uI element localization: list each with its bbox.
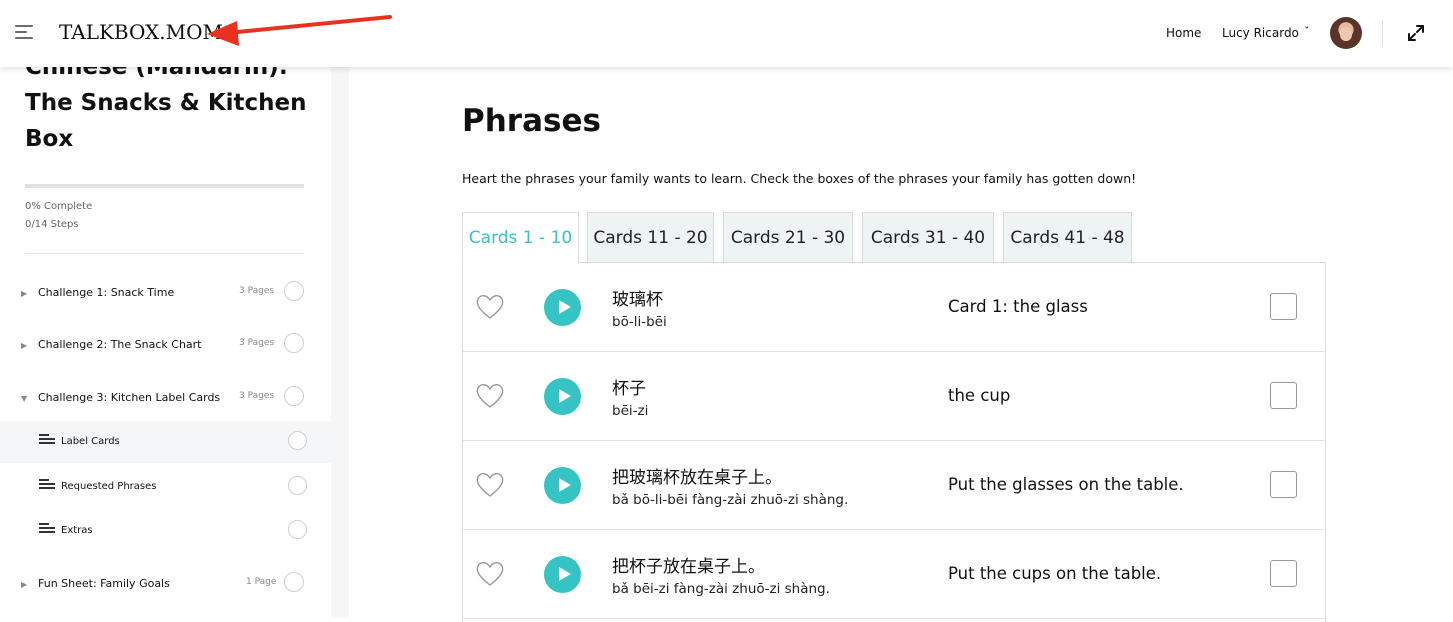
lesson-label: Fun Sheet: Family Goals [38, 577, 170, 590]
tab-cards-31-40[interactable]: Cards 31 - 40 [862, 212, 994, 263]
card-row: 把杯子放在桌子上。 bǎ bēi-zi fàng-zài zhuō-zi shà… [463, 530, 1325, 619]
topic-list-icon [39, 479, 55, 491]
lesson-label: Challenge 3: Kitchen Label Cards [38, 391, 221, 404]
divider [1382, 20, 1383, 46]
divider [25, 253, 304, 254]
card-row: 杯子 bēi-zi the cup [463, 352, 1325, 441]
english-text: Put the cups on the table. [948, 564, 1162, 583]
topic-list-icon [39, 434, 55, 446]
play-audio-button[interactable] [544, 556, 581, 593]
heart-icon[interactable] [475, 382, 505, 410]
learned-checkbox[interactable] [1270, 471, 1297, 498]
status-circle-icon [284, 281, 304, 301]
avatar[interactable] [1330, 17, 1362, 49]
topic-item-requested-phrases[interactable]: Requested Phrases [0, 466, 331, 508]
status-circle-icon [288, 431, 307, 450]
heart-icon[interactable] [475, 471, 505, 499]
page-title: Phrases [462, 103, 601, 139]
site-logo[interactable]: TALKBOX.MOM [59, 20, 223, 44]
topic-label: Extras [61, 525, 93, 536]
topic-list-icon [39, 523, 55, 535]
phrase-cards: 玻璃杯 bō-li-bēi Card 1: the glass 杯子 bēi-z… [462, 262, 1326, 622]
expand-icon[interactable] [1406, 23, 1426, 43]
lesson-item-challenge-1[interactable]: ▶ Challenge 1: Snack Time 3 Pages [0, 275, 331, 315]
chinese-text: 把杯子放在桌子上。 [612, 557, 765, 577]
lesson-pages: 1 Page [246, 577, 277, 587]
annotation-arrow-icon [207, 15, 392, 46]
english-text: Put the glasses on the table. [948, 475, 1184, 494]
tab-cards-1-10[interactable]: Cards 1 - 10 [462, 212, 579, 264]
status-circle-icon [284, 572, 304, 592]
learned-checkbox[interactable] [1270, 382, 1297, 409]
english-text: Card 1: the glass [948, 297, 1088, 316]
lesson-label: Challenge 2: The Snack Chart [38, 338, 202, 351]
lesson-item-challenge-2[interactable]: ▶ Challenge 2: The Snack Chart 3 Pages [0, 327, 331, 367]
status-circle-icon [288, 476, 307, 495]
chinese-text: 杯子 [612, 379, 646, 399]
status-circle-icon [284, 386, 304, 406]
menu-icon[interactable] [15, 25, 35, 39]
english-text: the cup [948, 386, 1011, 405]
topic-label: Requested Phrases [61, 481, 157, 492]
caret-right-icon[interactable]: ▶ [21, 289, 27, 298]
heart-icon[interactable] [475, 293, 505, 321]
topic-item-label-cards[interactable]: Label Cards [0, 421, 331, 463]
caret-down-icon[interactable]: ▼ [21, 394, 27, 403]
chevron-down-icon[interactable]: ˇ [1304, 25, 1310, 38]
chinese-text: 玻璃杯 [612, 290, 663, 310]
heart-icon[interactable] [475, 560, 505, 588]
sidebar-gutter [331, 67, 349, 618]
chinese-text: 把玻璃杯放在桌子上。 [612, 468, 782, 488]
topic-item-extras[interactable]: Extras [0, 510, 331, 552]
steps-count: 0/14 Steps [25, 219, 79, 230]
play-audio-button[interactable] [544, 378, 581, 415]
topic-label: Label Cards [61, 436, 120, 447]
caret-right-icon[interactable]: ▶ [21, 580, 27, 589]
status-circle-icon [288, 520, 307, 539]
progress-bar [25, 184, 304, 188]
pinyin-text: bēi-zi [612, 403, 649, 419]
intro-text: Heart the phrases your family wants to l… [462, 171, 1137, 186]
card-row: 玻璃杯 bō-li-bēi Card 1: the glass [463, 263, 1325, 352]
play-audio-button[interactable] [544, 467, 581, 504]
course-title: Chinese (Mandarin): The Snacks & Kitchen… [25, 67, 307, 152]
percent-complete: 0% Complete [25, 201, 93, 212]
pinyin-text: bǎ bō-li-bēi fàng-zài zhuō-zi shàng. [612, 492, 849, 508]
status-circle-icon [284, 333, 304, 353]
lesson-item-challenge-3[interactable]: ▼ Challenge 3: Kitchen Label Cards 3 Pag… [0, 380, 331, 420]
tab-cards-11-20[interactable]: Cards 11 - 20 [587, 212, 714, 263]
tab-cards-41-48[interactable]: Cards 41 - 48 [1003, 212, 1132, 263]
top-bar: TALKBOX.MOM Home Lucy Ricardo ˇ [0, 0, 1453, 67]
lesson-pages: 3 Pages [239, 286, 275, 296]
caret-right-icon[interactable]: ▶ [21, 341, 27, 350]
user-menu[interactable]: Lucy Ricardo [1222, 26, 1299, 40]
tab-cards-21-30[interactable]: Cards 21 - 30 [723, 212, 853, 263]
learned-checkbox[interactable] [1270, 293, 1297, 320]
card-row: 把玻璃杯放在桌子上。 bǎ bō-li-bēi fàng-zài zhuō-zi… [463, 441, 1325, 530]
pinyin-text: bō-li-bēi [612, 314, 667, 330]
lesson-pages: 3 Pages [239, 338, 275, 348]
lesson-item-fun-sheet[interactable]: ▶ Fun Sheet: Family Goals 1 Page [0, 566, 331, 606]
course-sidebar: Chinese (Mandarin): The Snacks & Kitchen… [0, 67, 331, 618]
pinyin-text: bǎ bēi-zi fàng-zài zhuō-zi shàng. [612, 581, 830, 597]
play-audio-button[interactable] [544, 289, 581, 326]
lesson-label: Challenge 1: Snack Time [38, 286, 175, 299]
learned-checkbox[interactable] [1270, 560, 1297, 587]
nav-home-link[interactable]: Home [1166, 26, 1201, 40]
main-content: Phrases Heart the phrases your family wa… [349, 67, 1453, 622]
lesson-pages: 3 Pages [239, 391, 275, 401]
